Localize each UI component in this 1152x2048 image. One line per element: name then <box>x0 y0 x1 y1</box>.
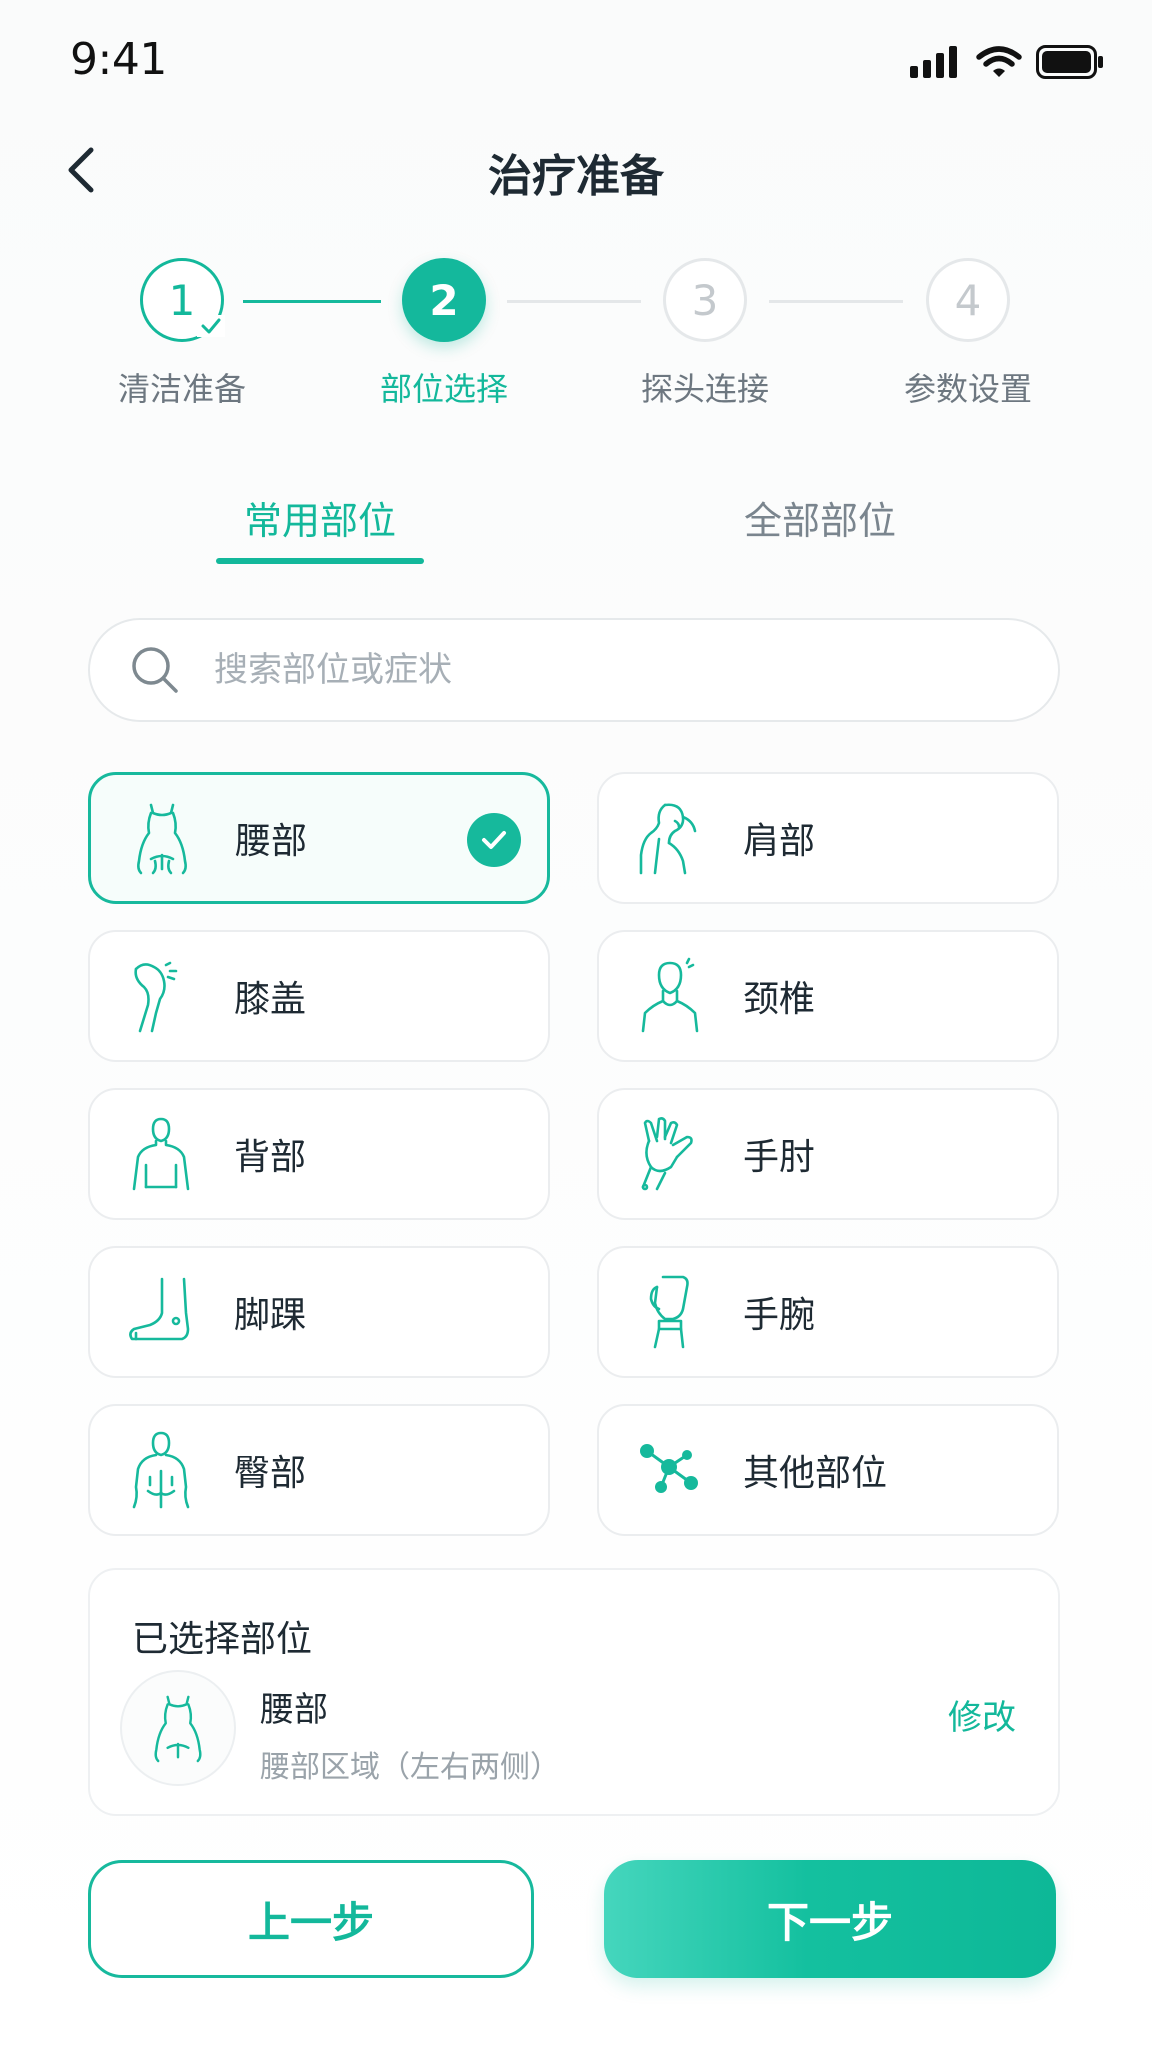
search-bar[interactable] <box>88 618 1060 722</box>
selected-part-title: 已选择部位 <box>132 1619 313 1660</box>
part-label: 肩部 <box>743 821 816 862</box>
step-3: 3 探头连接 <box>605 258 805 410</box>
tab-common-parts[interactable]: 常用部位 <box>215 490 425 545</box>
elbow-icon <box>641 1117 693 1191</box>
ankle-icon <box>129 1277 190 1341</box>
battery-icon <box>1036 45 1103 79</box>
page-title: 治疗准备 <box>488 151 664 202</box>
part-label: 脚踝 <box>234 1295 307 1336</box>
active-tab-indicator <box>216 558 424 564</box>
part-card-hip[interactable]: 臀部 <box>88 1404 550 1536</box>
part-card-lower-back[interactable]: 腰部 <box>88 772 550 904</box>
lower-back-icon <box>154 1695 202 1763</box>
step-number: 1 <box>168 275 196 325</box>
tab-all-parts[interactable]: 全部部位 <box>715 490 925 545</box>
part-label: 其他部位 <box>743 1453 888 1494</box>
step-label: 清洁准备 <box>117 370 246 408</box>
step-label: 部位选择 <box>379 370 508 408</box>
search-icon <box>132 647 178 693</box>
step-label: 参数设置 <box>903 370 1032 408</box>
edit-selection-link[interactable]: 修改 <box>948 1690 1016 1739</box>
wrist-icon <box>649 1275 689 1349</box>
step-number: 4 <box>954 275 982 325</box>
part-label: 手腕 <box>743 1295 816 1336</box>
selected-part-name: 腰部 <box>260 1690 328 1730</box>
hip-icon <box>132 1431 190 1509</box>
part-card-knee[interactable]: 膝盖 <box>88 930 550 1062</box>
part-label: 膝盖 <box>234 979 307 1020</box>
part-label: 手肘 <box>743 1137 816 1178</box>
previous-step-button[interactable]: 上一步 <box>88 1860 534 1978</box>
selected-part-avatar <box>120 1670 236 1786</box>
selected-part-card: 已选择部位 腰部 腰部区域（左右两侧） 修改 <box>88 1568 1060 1816</box>
status-icons <box>910 40 1104 84</box>
selected-check-icon <box>467 813 521 867</box>
next-step-button[interactable]: 下一步 <box>604 1860 1056 1978</box>
status-time: 9:41 <box>70 34 167 85</box>
part-card-elbow[interactable]: 手肘 <box>597 1088 1059 1220</box>
progress-stepper: 1 清洁准备 2 部位选择 3 探头连接 4 参数设置 <box>0 258 1152 428</box>
part-card-neck[interactable]: 颈椎 <box>597 930 1059 1062</box>
step-4: 4 参数设置 <box>868 258 1068 410</box>
wifi-icon <box>976 46 1022 77</box>
step-2: 2 部位选择 <box>344 258 544 410</box>
part-label: 臀部 <box>234 1453 307 1494</box>
back-icon <box>132 1117 190 1191</box>
part-label: 颈椎 <box>743 979 816 1020</box>
part-card-wrist[interactable]: 手腕 <box>597 1246 1059 1378</box>
shoulder-icon <box>639 803 697 875</box>
part-card-back[interactable]: 背部 <box>88 1088 550 1220</box>
neck-icon <box>641 957 699 1033</box>
part-label: 腰部 <box>235 821 308 862</box>
search-input[interactable] <box>214 650 974 690</box>
other-parts-icon <box>640 1444 698 1493</box>
part-card-ankle[interactable]: 脚踝 <box>88 1246 550 1378</box>
step-number: 2 <box>429 275 459 325</box>
part-label: 背部 <box>234 1137 307 1178</box>
part-card-shoulder[interactable]: 肩部 <box>597 772 1059 904</box>
step-number: 3 <box>691 275 719 325</box>
check-icon <box>197 315 225 337</box>
step-label: 探头连接 <box>640 370 769 408</box>
step-1: 1 清洁准备 <box>82 258 282 410</box>
knee-icon <box>134 961 178 1033</box>
part-card-other[interactable]: 其他部位 <box>597 1404 1059 1536</box>
lower-back-icon <box>137 803 187 875</box>
selected-part-description: 腰部区域（左右两侧） <box>260 1750 560 1785</box>
signal-icon <box>910 46 957 78</box>
